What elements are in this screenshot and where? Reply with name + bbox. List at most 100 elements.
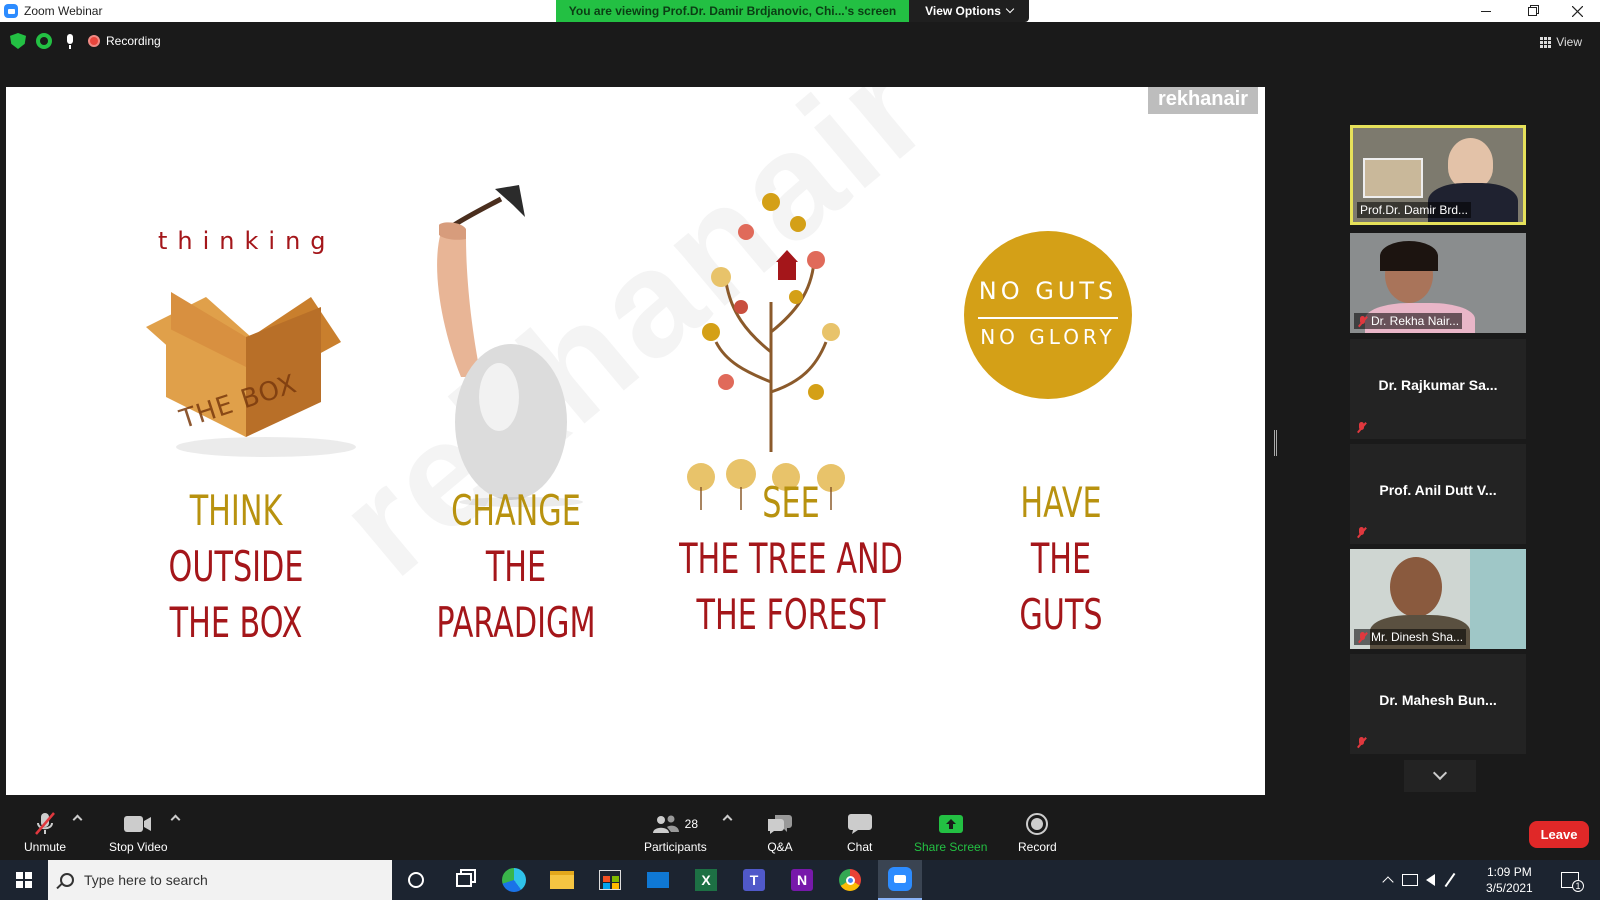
share-screen-button[interactable]: Share Screen — [914, 812, 987, 854]
tree-forest-illustration — [686, 182, 856, 512]
record-icon — [1026, 812, 1049, 836]
folder-icon — [550, 871, 574, 889]
view-button[interactable]: View — [1540, 35, 1582, 49]
column-1-line-3: THE BOX — [169, 598, 303, 647]
zoom-icon — [888, 867, 912, 891]
network-icon[interactable] — [1402, 874, 1418, 886]
video-options-caret-icon[interactable] — [170, 814, 181, 825]
video-hair-icon — [1380, 241, 1438, 271]
share-screen-icon — [938, 812, 963, 836]
qa-button[interactable]: Q&A — [767, 812, 793, 854]
muted-mic-icon — [1356, 737, 1367, 748]
zoom-app-icon — [4, 4, 18, 18]
edge-browser-icon — [502, 868, 526, 892]
chevron-down-icon — [1432, 765, 1448, 781]
stop-video-label: Stop Video — [109, 840, 168, 854]
teams-icon: T — [743, 869, 765, 891]
taskbar-chrome-button[interactable] — [836, 866, 864, 894]
panel-resize-handle[interactable] — [1274, 430, 1277, 456]
microphone-status-icon[interactable] — [62, 33, 78, 49]
record-button[interactable]: Record — [1018, 812, 1057, 854]
participants-scroll-down-button[interactable] — [1404, 760, 1476, 792]
close-button[interactable] — [1554, 0, 1600, 22]
column-4-line-2: THE — [1030, 534, 1092, 583]
view-options-label: View Options — [925, 4, 1001, 18]
taskbar-store-button[interactable] — [596, 866, 624, 894]
participant-tile-5[interactable]: Mr. Dinesh Sha... — [1350, 549, 1526, 649]
volume-icon[interactable] — [1426, 874, 1435, 886]
participant-name: Prof.Dr. Damir Brd... — [1357, 202, 1472, 218]
audio-options-caret-icon[interactable] — [72, 814, 83, 825]
start-button[interactable] — [0, 860, 48, 900]
title-bar: Zoom Webinar You are viewing Prof.Dr. Da… — [0, 0, 1600, 22]
chat-bubble-icon — [847, 812, 872, 836]
taskbar-mail-button[interactable] — [644, 866, 672, 894]
taskbar-excel-button[interactable]: X — [692, 866, 720, 894]
taskbar-search-box[interactable]: Type here to search — [48, 860, 392, 900]
encryption-shield-icon[interactable] — [10, 33, 26, 49]
grid-view-icon — [1540, 36, 1552, 48]
participant-tile-4[interactable]: Prof. Anil Dutt V... — [1350, 444, 1526, 544]
zoom-window: Zoom Webinar You are viewing Prof.Dr. Da… — [0, 0, 1600, 900]
close-icon — [1571, 5, 1583, 17]
participants-icon: 28 — [652, 812, 698, 836]
video-feed-icon — [1363, 158, 1423, 198]
participant-tile-2[interactable]: Dr. Rekha Nair... — [1350, 233, 1526, 333]
chrome-icon — [839, 869, 861, 891]
task-view-button[interactable] — [450, 866, 478, 894]
tray-chevron-up-icon[interactable] — [1382, 876, 1394, 888]
participant-tile-1[interactable]: Prof.Dr. Damir Brd... — [1350, 125, 1526, 225]
cortana-button[interactable] — [402, 866, 430, 894]
excel-icon: X — [695, 869, 717, 891]
clock-date: 3/5/2021 — [1486, 881, 1533, 895]
participant-tile-3[interactable]: Dr. Rajkumar Sa... — [1350, 339, 1526, 439]
participant-name: Mr. Dinesh Sha... — [1354, 629, 1467, 645]
chat-button[interactable]: Chat — [847, 812, 872, 854]
view-options-button[interactable]: View Options — [909, 0, 1029, 22]
taskbar-teams-button[interactable]: T — [740, 866, 768, 894]
taskbar-clock[interactable]: 1:09 PM 3/5/2021 — [1486, 864, 1533, 896]
badge-line-1: NO GUTS — [978, 277, 1118, 305]
column-1-line-1: THINK — [189, 486, 283, 535]
column-3-line-3: THE FOREST — [696, 590, 886, 639]
participants-label: Participants — [644, 840, 707, 854]
taskbar-onenote-button[interactable]: N — [788, 866, 816, 894]
column-2-line-3: PARADIGM — [436, 598, 596, 647]
restore-button[interactable] — [1509, 0, 1555, 22]
tree-icon — [687, 193, 845, 510]
thinking-box-illustration: thinking THE BOX — [136, 227, 366, 507]
video-person-icon — [1448, 138, 1493, 188]
badge-divider — [978, 317, 1118, 319]
leave-button[interactable]: Leave — [1529, 821, 1589, 848]
minimize-icon — [1481, 10, 1491, 12]
clock-time: 1:09 PM — [1487, 865, 1532, 879]
taskbar-zoom-button[interactable] — [878, 860, 922, 900]
qa-icon — [767, 812, 793, 836]
participants-button[interactable]: 28 Participants — [644, 812, 707, 854]
meeting-status-row: Recording — [10, 33, 161, 49]
windows-logo-icon — [16, 872, 32, 888]
window-title: Zoom Webinar — [24, 4, 103, 18]
store-bag-icon — [599, 870, 621, 890]
minimize-button[interactable] — [1463, 0, 1509, 22]
muted-mic-icon — [1356, 422, 1367, 433]
slide-column-3: SEE THE TREE AND THE FOREST — [672, 475, 910, 643]
mail-envelope-icon — [647, 872, 669, 888]
participant-tile-6[interactable]: Dr. Mahesh Bun... — [1350, 654, 1526, 754]
unmute-button[interactable]: Unmute — [24, 812, 66, 854]
notification-center-button[interactable]: 1 — [1556, 866, 1584, 894]
taskbar-file-explorer-button[interactable] — [548, 866, 576, 894]
hammer-egg-illustration — [411, 177, 611, 507]
taskbar-edge-button[interactable] — [500, 866, 528, 894]
system-tray — [1382, 860, 1456, 900]
search-icon — [60, 873, 74, 887]
slide-column-1: THINK OUTSIDE THE BOX — [142, 483, 329, 651]
stop-video-button[interactable]: Stop Video — [109, 812, 168, 854]
shared-screen: rekhanair rekhanair thinking THE BOX — [6, 87, 1265, 795]
muted-mic-icon — [1357, 631, 1368, 643]
column-2-line-1: CHANGE — [451, 486, 581, 535]
muted-microphone-icon — [34, 812, 56, 836]
record-label: Record — [1018, 840, 1057, 854]
participants-options-caret-icon[interactable] — [722, 814, 733, 825]
connection-status-icon[interactable] — [36, 33, 52, 49]
